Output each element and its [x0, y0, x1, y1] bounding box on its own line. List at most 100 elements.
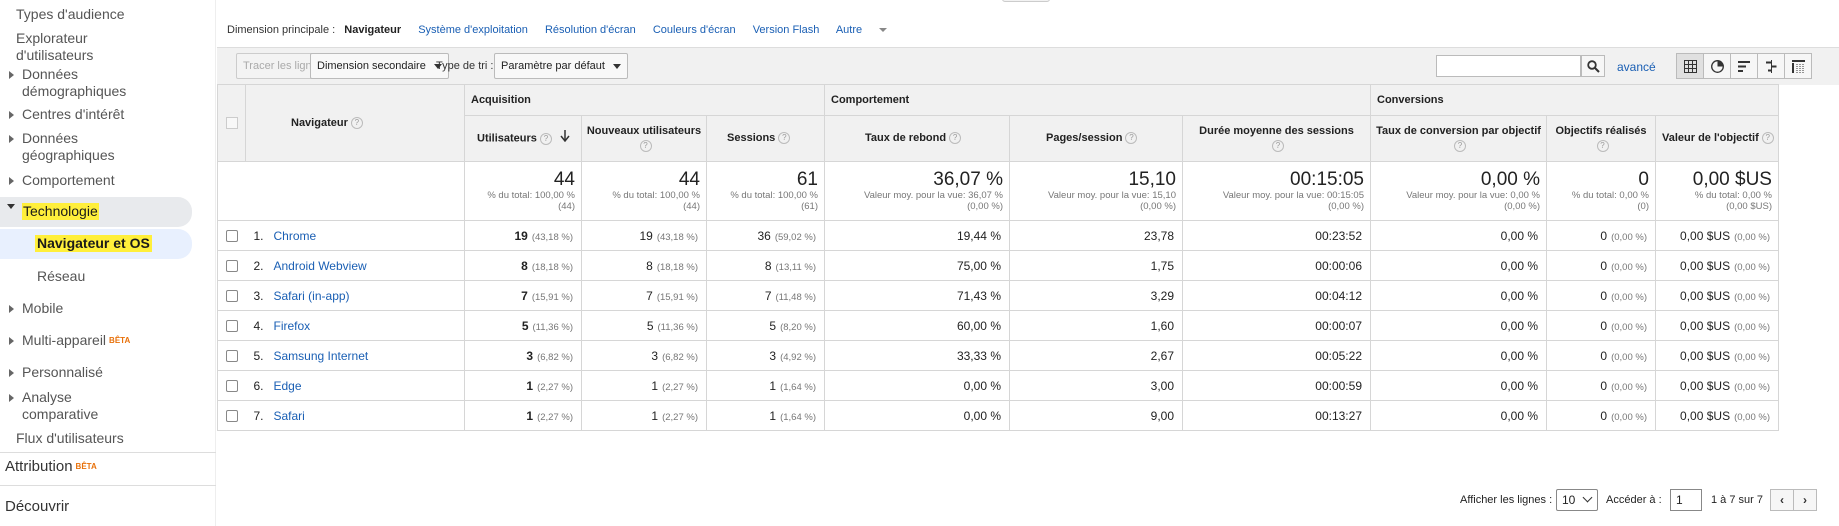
- view-pivot-button[interactable]: [1784, 53, 1812, 79]
- sidebar-item-attribution[interactable]: Attribution BÊTA: [0, 458, 216, 476]
- sidebar-item-technologie[interactable]: Technologie: [0, 197, 192, 227]
- column-header-label: Taux de conversion par objectif: [1376, 124, 1541, 137]
- sidebar-item-demographiques[interactable]: Données démographiques: [0, 66, 216, 100]
- column-header-objectifs-realises[interactable]: Objectifs réalisés?: [1546, 115, 1656, 162]
- total-note: (0,00 %): [1140, 201, 1176, 212]
- help-icon[interactable]: ?: [350, 117, 363, 130]
- browser-link[interactable]: Samsung Internet: [274, 349, 369, 363]
- sidebar-item-decouvrir[interactable]: Découvrir: [0, 498, 216, 516]
- select-all-checkbox[interactable]: [225, 117, 238, 130]
- column-header-valeur-objectif[interactable]: Valeur de l'objectif?: [1655, 115, 1779, 162]
- table-row: 6. Edge 1 (2,27 %) 1 (2,27 %) 1 (1,64 %) 0,00 % 3…: [217, 370, 1779, 401]
- view-performance-button[interactable]: [1730, 53, 1758, 79]
- sessions-cell: 1 (1,64 %): [706, 400, 825, 431]
- row-checkbox[interactable]: [225, 230, 238, 243]
- sessions-value: 3: [769, 348, 777, 363]
- goal-value: 0,00 $US: [1680, 348, 1731, 363]
- dimension-link-resolution[interactable]: Résolution d'écran: [545, 24, 636, 36]
- users-pct: (6,82 %): [537, 351, 573, 363]
- column-header-duree-moyenne[interactable]: Durée moyenne des sessions?: [1182, 115, 1371, 162]
- new-users-value: 19: [639, 228, 653, 243]
- help-icon[interactable]: ?: [1125, 132, 1138, 145]
- total-cell: 0,00 % Valeur moy. pour la vue: 0,00 % (0,…: [1370, 161, 1547, 221]
- row-checkbox[interactable]: [225, 260, 238, 273]
- table-search-input[interactable]: [1436, 55, 1581, 77]
- help-icon[interactable]: ?: [539, 132, 552, 145]
- chevron-right-icon: [9, 135, 14, 143]
- help-icon[interactable]: ?: [1454, 139, 1466, 152]
- help-icon[interactable]: ?: [1272, 139, 1284, 152]
- help-icon[interactable]: ?: [778, 132, 791, 145]
- row-index: 4.: [245, 310, 268, 341]
- view-table-button[interactable]: [1676, 53, 1704, 79]
- sidebar-item-comportement[interactable]: Comportement: [0, 172, 216, 190]
- browser-link[interactable]: Firefox: [274, 319, 311, 333]
- top-tab-handle[interactable]: [1002, 0, 1050, 2]
- sessions-cell: 8 (13,11 %): [706, 250, 825, 281]
- sidebar-item-mobile[interactable]: Mobile: [0, 300, 216, 318]
- dimension-other-dropdown[interactable]: Autre: [836, 24, 901, 36]
- sidebar-item-reseau[interactable]: Réseau: [0, 268, 216, 286]
- users-value: 7: [521, 288, 528, 303]
- browser-link[interactable]: Android Webview: [274, 259, 367, 273]
- bounce-rate-cell: 33,33 %: [824, 340, 1010, 371]
- row-checkbox[interactable]: [225, 290, 238, 303]
- column-header-nouveaux-utilisateurs[interactable]: Nouveaux utilisateurs?: [581, 115, 707, 162]
- secondary-dimension-dropdown[interactable]: Dimension secondaire: [310, 53, 449, 79]
- sidebar-item-types-audience[interactable]: Types d'audience: [0, 6, 216, 24]
- dimension-header[interactable]: Navigateur?: [245, 84, 465, 162]
- sessions-cell: 36 (59,02 %): [706, 220, 825, 251]
- sidebar-item-explorateur[interactable]: Explorateur d'utilisateurs: [0, 30, 216, 64]
- goto-input[interactable]: 1: [1670, 489, 1702, 511]
- browser-link[interactable]: Safari (in-app): [274, 289, 350, 303]
- column-header-taux-rebond[interactable]: Taux de rebond?: [824, 115, 1010, 162]
- row-checkbox[interactable]: [225, 320, 238, 333]
- prev-page-button[interactable]: ‹: [1770, 489, 1794, 511]
- sidebar-divider: [0, 452, 216, 453]
- column-header-sessions[interactable]: Sessions?: [706, 115, 825, 162]
- sidebar-item-multi-appareil[interactable]: Multi-appareil BÊTA: [0, 332, 216, 350]
- view-pie-button[interactable]: [1703, 53, 1731, 79]
- advanced-filter-link[interactable]: avancé: [1617, 60, 1656, 74]
- avg-duration-cell: 00:04:12: [1182, 280, 1371, 311]
- column-header-taux-conversion[interactable]: Taux de conversion par objectif?: [1370, 115, 1547, 162]
- help-icon[interactable]: ?: [639, 139, 652, 152]
- dimension-link-flash[interactable]: Version Flash: [753, 24, 820, 36]
- sort-desc-icon[interactable]: [560, 130, 570, 147]
- help-icon[interactable]: ?: [1761, 132, 1774, 145]
- sidebar-item-centres-interet[interactable]: Centres d'intérêt: [0, 106, 216, 124]
- sidebar-item-geographiques[interactable]: Données géographiques: [0, 130, 216, 164]
- browser-link[interactable]: Chrome: [274, 229, 317, 243]
- dimension-link-colors[interactable]: Couleurs d'écran: [653, 24, 736, 36]
- sort-type-value: Paramètre par défaut: [501, 60, 605, 72]
- sort-type-dropdown[interactable]: Paramètre par défaut: [494, 53, 628, 79]
- show-rows-select[interactable]: 10: [1556, 489, 1598, 511]
- sidebar-item-personnalise[interactable]: Personnalisé: [0, 364, 216, 382]
- sidebar: Types d'audience Explorateur d'utilisate…: [0, 0, 216, 526]
- sessions-pct: (1,64 %): [780, 411, 816, 423]
- dimension-link-os[interactable]: Système d'exploitation: [418, 24, 528, 36]
- conversion-rate-cell: 0,00 %: [1370, 400, 1547, 431]
- users-cell: 1 (2,27 %): [464, 400, 582, 431]
- sidebar-item-flux[interactable]: Flux d'utilisateurs: [0, 430, 216, 448]
- totals-row: 44% du total: 100,00 % (44) 44% du total:…: [217, 161, 1779, 221]
- browser-link[interactable]: Safari: [274, 409, 305, 423]
- sidebar-item-label: Attribution: [5, 458, 73, 475]
- new-users-value: 1: [651, 408, 659, 423]
- browser-cell: Safari: [267, 400, 465, 431]
- browser-link[interactable]: Edge: [274, 379, 302, 393]
- row-checkbox[interactable]: [225, 380, 238, 393]
- view-comparison-button[interactable]: [1757, 53, 1785, 79]
- next-page-button[interactable]: ›: [1793, 489, 1817, 511]
- column-header-pages-session[interactable]: Pages/session?: [1009, 115, 1183, 162]
- row-checkbox[interactable]: [225, 350, 238, 363]
- sidebar-item-navigateur-os[interactable]: Navigateur et OS: [0, 229, 192, 259]
- column-header-utilisateurs[interactable]: Utilisateurs?: [464, 115, 582, 162]
- help-icon[interactable]: ?: [1596, 139, 1609, 152]
- search-button[interactable]: [1581, 55, 1605, 77]
- sidebar-item-analyse-comparative[interactable]: Analyse comparative: [0, 389, 216, 423]
- help-icon[interactable]: ?: [949, 132, 962, 145]
- row-checkbox[interactable]: [225, 410, 238, 423]
- goals-value: 0: [1600, 258, 1608, 273]
- beta-badge: BÊTA: [75, 462, 97, 471]
